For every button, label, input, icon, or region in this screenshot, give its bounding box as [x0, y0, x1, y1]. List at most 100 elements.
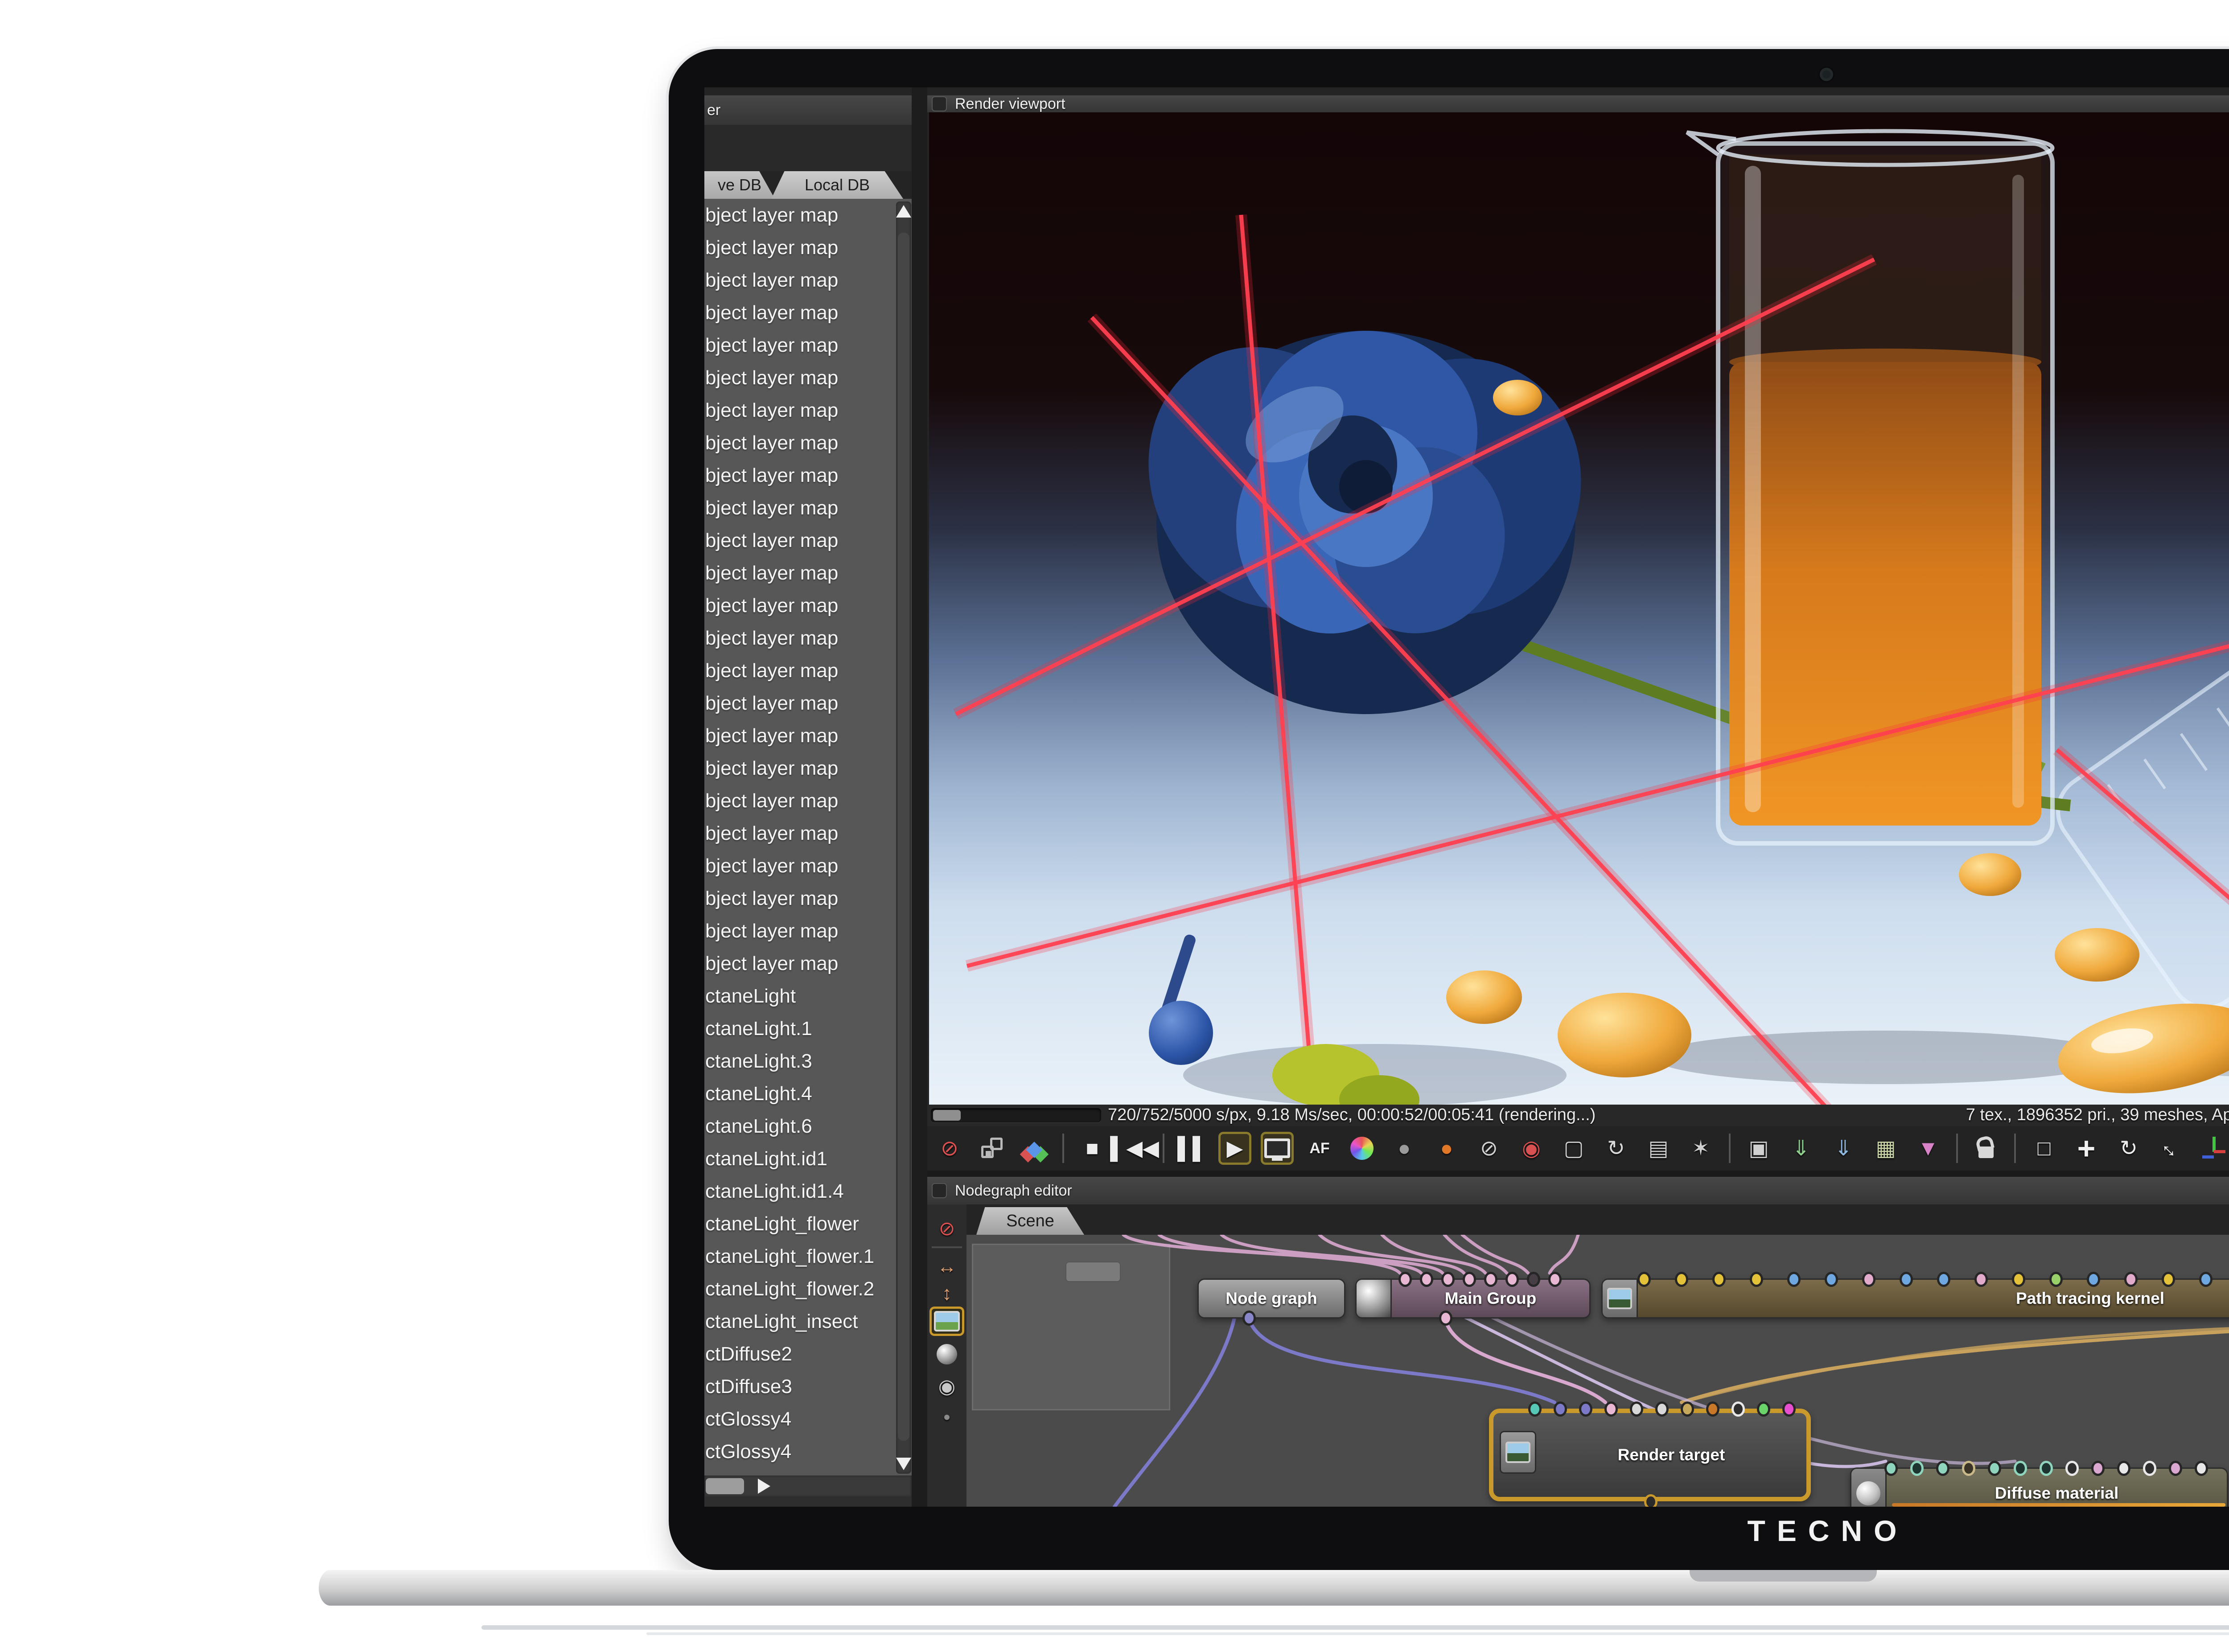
viewport-checkbox[interactable] [932, 96, 947, 111]
main-group-output-pin[interactable] [1439, 1311, 1452, 1326]
vertical-scroll-thumb[interactable] [898, 233, 909, 1441]
db-list-item[interactable]: bject layer map [704, 459, 912, 492]
db-list-item[interactable]: bject layer map [704, 296, 912, 329]
focus-picker-icon[interactable]: ⊘ [935, 1134, 964, 1163]
node-pin[interactable] [1398, 1272, 1412, 1287]
node-pin[interactable] [2199, 1272, 2213, 1287]
db-list-item[interactable]: ctaneLight.6 [704, 1110, 912, 1142]
db-list-item[interactable]: ctaneLight.id1.4 [704, 1175, 912, 1208]
lock-view-button[interactable] [1972, 1134, 2000, 1163]
db-list-item[interactable]: ctaneLight.4 [704, 1077, 912, 1110]
node-link-icon[interactable] [978, 1134, 1006, 1163]
node-pin[interactable] [2014, 1461, 2027, 1476]
db-list-item[interactable]: ctDiffuse2 [704, 1338, 912, 1370]
db-list-item[interactable]: ctaneLight [704, 980, 912, 1012]
db-list-item[interactable]: bject layer map [704, 557, 912, 589]
db-list-item[interactable]: bject layer map [704, 589, 912, 622]
play-render-button[interactable]: ▶ [1221, 1134, 1249, 1163]
node-pin[interactable] [1441, 1272, 1455, 1287]
viewport-hscroll-thumb[interactable] [933, 1110, 961, 1121]
db-list-item[interactable]: bject layer map [704, 199, 912, 231]
node-pin[interactable] [2049, 1272, 2063, 1287]
db-list-item[interactable]: ctaneLight.3 [704, 1045, 912, 1077]
node-pin[interactable] [1675, 1272, 1688, 1287]
db-list-item[interactable]: bject layer map [704, 752, 912, 785]
db-list-item[interactable]: bject layer map [704, 622, 912, 654]
viewport-horizontal-scrollbar[interactable] [931, 1108, 1101, 1122]
node-pin[interactable] [1757, 1401, 1770, 1417]
scroll-right-icon[interactable] [758, 1479, 770, 1494]
node-pin[interactable] [1825, 1272, 1838, 1287]
ng-texture-node-icon[interactable]: ◉ [932, 1374, 962, 1399]
node-pin[interactable] [1962, 1461, 1975, 1476]
node-pin[interactable] [1862, 1272, 1875, 1287]
db-list-item[interactable]: ctaneLight.1 [704, 1012, 912, 1045]
autofocus-button[interactable]: AF [1305, 1134, 1334, 1163]
node-pin[interactable] [2195, 1461, 2208, 1476]
ng-spread-nodes-icon[interactable]: ↔ [932, 1254, 962, 1279]
tab-live-db[interactable]: ve DB [704, 171, 775, 199]
node-graph-output-pin[interactable] [1242, 1311, 1256, 1326]
pick-object-button[interactable]: □ [2030, 1134, 2058, 1163]
stop-render-button[interactable]: ■ [1078, 1134, 1106, 1163]
node-pin[interactable] [1554, 1401, 1567, 1417]
scroll-down-icon[interactable] [896, 1458, 911, 1470]
node-pin[interactable] [1528, 1401, 1542, 1417]
color-wheel-button[interactable] [1348, 1134, 1376, 1163]
spark-settings-button[interactable]: ✶ [1686, 1134, 1715, 1163]
db-list-item[interactable]: bject layer map [704, 785, 912, 817]
node-node-graph[interactable]: Node graph [1197, 1278, 1345, 1319]
node-pin[interactable] [2065, 1461, 2079, 1476]
node-pin[interactable] [1527, 1272, 1540, 1287]
node-pin[interactable] [1750, 1272, 1763, 1287]
rgb-cube-icon[interactable]: ◆ [1020, 1134, 1049, 1163]
db-list-item[interactable]: bject layer map [704, 492, 912, 524]
db-list-item[interactable]: ctaneLight_flower [704, 1208, 912, 1240]
db-list-item[interactable]: bject layer map [704, 915, 912, 947]
node-pin[interactable] [1637, 1272, 1651, 1287]
render-target-output-pin[interactable] [1644, 1494, 1657, 1507]
copy-image-button[interactable]: ▣ [1744, 1134, 1773, 1163]
node-pin[interactable] [1655, 1401, 1669, 1417]
node-render-target[interactable]: Render target [1489, 1409, 1811, 1501]
db-list-item[interactable]: ctaneLight_flower.1 [704, 1240, 912, 1273]
db-list-item[interactable]: bject layer map [704, 362, 912, 394]
node-pin[interactable] [1787, 1272, 1801, 1287]
node-pin[interactable] [2169, 1461, 2182, 1476]
no-paint-button[interactable]: ⊘ [1475, 1134, 1503, 1163]
node-pin[interactable] [1782, 1401, 1796, 1417]
node-pin[interactable] [1712, 1272, 1726, 1287]
db-list-item[interactable]: bject layer map [704, 264, 912, 296]
db-list-item[interactable]: bject layer map [704, 394, 912, 427]
db-list-item[interactable]: bject layer map [704, 687, 912, 719]
paint-drop-button[interactable]: ● [1432, 1134, 1461, 1163]
render-display-button[interactable] [1263, 1134, 1291, 1163]
node-pin[interactable] [1900, 1272, 1913, 1287]
db-list-item[interactable]: bject layer map [704, 427, 912, 459]
rotate-tool-button[interactable]: ↻ [2114, 1134, 2143, 1163]
db-list-horizontal-scrollbar[interactable] [704, 1475, 912, 1497]
pause-render-button[interactable]: ▌▌ [1178, 1134, 1207, 1163]
color-gamut-button[interactable]: ▼ [1914, 1134, 1942, 1163]
clear-region-button[interactable]: ▢ [1559, 1134, 1588, 1163]
node-pin[interactable] [2117, 1461, 2130, 1476]
db-list-vertical-scrollbar[interactable] [896, 201, 911, 1474]
render-region-button[interactable]: ◉ [1517, 1134, 1546, 1163]
node-pin[interactable] [2012, 1272, 2025, 1287]
db-list-item[interactable]: bject layer map [704, 882, 912, 915]
node-pin[interactable] [2040, 1461, 2053, 1476]
node-pin[interactable] [1884, 1461, 1898, 1476]
node-pin[interactable] [1604, 1401, 1618, 1417]
node-pin[interactable] [2143, 1461, 2156, 1476]
tab-scene[interactable]: Scene [976, 1207, 1084, 1235]
db-list-item[interactable]: ctaneLight_flower.2 [704, 1273, 912, 1305]
move-tool-button[interactable]: + [2072, 1134, 2101, 1163]
axis-gizmo-button[interactable] [2199, 1134, 2228, 1163]
db-list-item[interactable]: ctDiffuse3 [704, 1370, 912, 1403]
db-list-item[interactable]: ctGlossy4 [704, 1403, 912, 1435]
node-pin[interactable] [1910, 1461, 1924, 1476]
node-pin[interactable] [1706, 1401, 1719, 1417]
node-pin[interactable] [1505, 1272, 1519, 1287]
db-list-item[interactable]: ctGlossy4 [704, 1435, 912, 1468]
node-pin[interactable] [1630, 1401, 1643, 1417]
